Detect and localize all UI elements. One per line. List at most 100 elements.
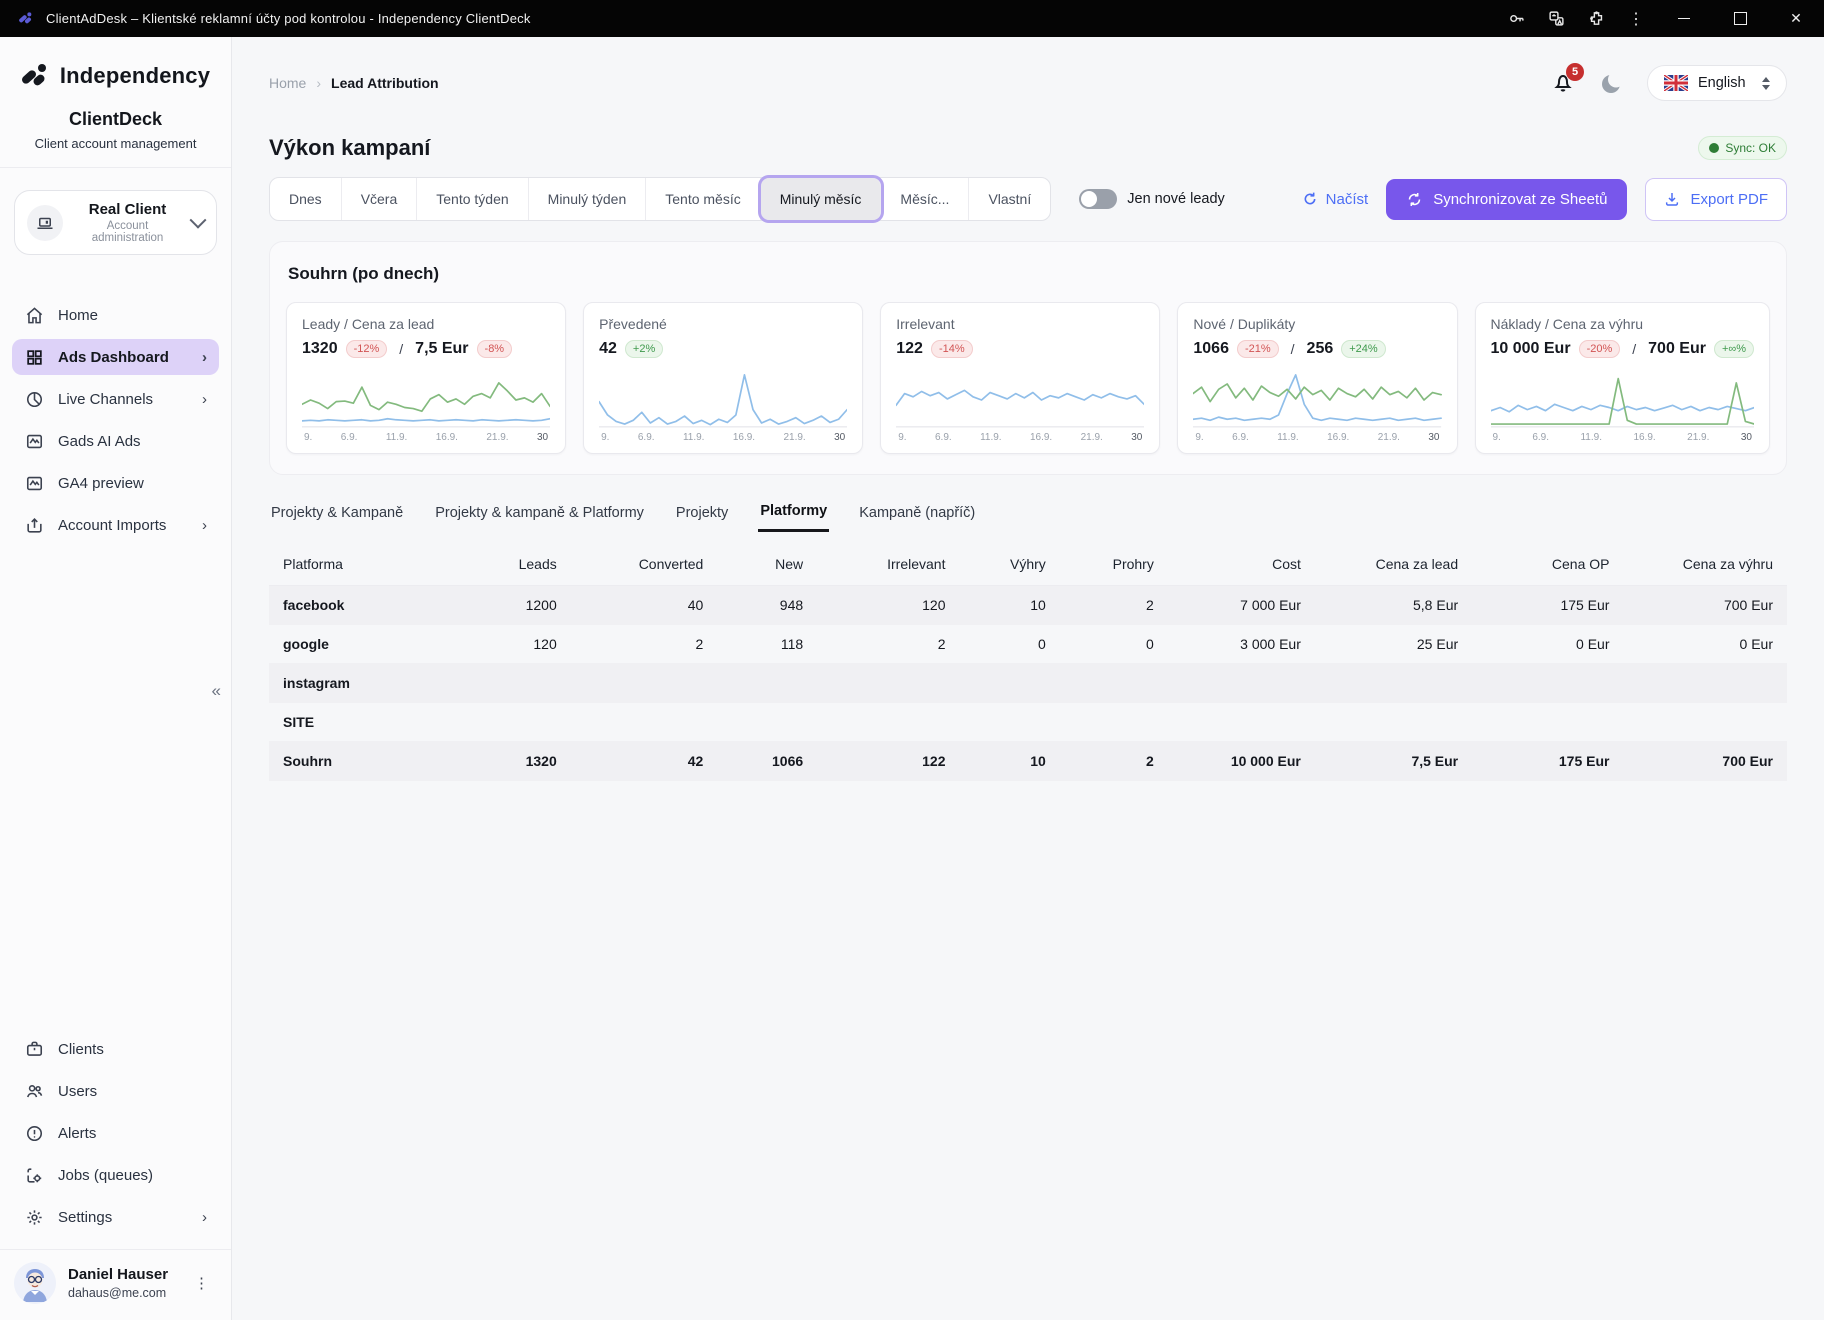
value-cell: 175 Eur [1472,742,1623,781]
date-filter-group: Dnes Včera Tento týden Minulý týden Tent… [269,177,1051,221]
sidebar-item-label: Settings [58,1209,112,1226]
column-header[interactable]: Cena za výhru [1623,543,1787,586]
column-header[interactable]: Platforma [269,543,439,586]
column-header[interactable]: Cost [1168,543,1315,586]
column-header[interactable]: Irrelevant [817,543,959,586]
tab-projekty-kampane-platformy[interactable]: Projekty & kampaně & Platformy [433,503,646,532]
trend-badge: -20% [1579,340,1621,358]
column-header[interactable]: New [717,543,817,586]
value-cell: 42 [571,742,718,781]
column-header[interactable]: Cena OP [1472,543,1623,586]
brand-name: Independency [60,63,210,89]
column-header[interactable]: Leads [439,543,570,586]
sidebar-collapse-button[interactable]: « [206,677,227,705]
value-cell [1060,703,1168,742]
extensions-puzzle-icon[interactable] [1576,0,1616,37]
chevron-right-icon [202,349,207,366]
tab-kampane-napric[interactable]: Kampaně (napříč) [857,503,977,532]
sidebar-item-account-imports[interactable]: Account Imports [12,507,219,543]
tab-projekty-kampane[interactable]: Projekty & Kampaně [269,503,405,532]
app-logo-icon [18,11,34,27]
platforms-table: Platforma Leads Converted New Irrelevant… [269,543,1787,781]
value-cell: 118 [717,625,817,664]
card-title: Náklady / Cena za výhru [1491,316,1755,332]
sidebar-item-gads-ai-ads[interactable]: Gads AI Ads [12,423,219,459]
summary-card-costs: Náklady / Cena za výhru 10 000 Eur -20% … [1475,302,1771,454]
filter-tento-mesic[interactable]: Tento měsíc [646,178,760,220]
platform-cell: facebook [269,586,439,625]
sidebar-item-live-channels[interactable]: Live Channels [12,381,219,417]
export-pdf-button[interactable]: Export PDF [1645,178,1787,221]
value-cell [1060,664,1168,703]
gear-icon [24,1207,44,1227]
sidebar-item-settings[interactable]: Settings [12,1199,219,1235]
column-header[interactable]: Prohry [1060,543,1168,586]
axis-tick-label: 21.9. [1378,432,1400,443]
dark-mode-moon-icon[interactable] [1599,70,1625,96]
sidebar-item-clients[interactable]: Clients [12,1031,219,1067]
value-cell [571,664,718,703]
notifications-button[interactable]: 5 [1551,70,1577,96]
trend-badge: +2% [625,340,663,358]
sidebar-item-users[interactable]: Users [12,1073,219,1109]
translate-icon[interactable] [1536,0,1576,37]
filter-tento-tyden[interactable]: Tento týden [417,178,528,220]
sync-status-label: Sync: OK [1725,141,1776,155]
filter-mesic[interactable]: Měsíc... [881,178,969,220]
window-close-button[interactable] [1768,0,1824,37]
axis-tick-label: 16.9. [1327,432,1349,443]
filter-minuly-tyden[interactable]: Minulý týden [529,178,647,220]
tab-platformy[interactable]: Platformy [758,503,829,532]
filter-dnes[interactable]: Dnes [270,178,342,220]
window-maximize-button[interactable] [1712,0,1768,37]
user-menu-kebab-icon[interactable] [188,1270,217,1297]
column-header[interactable]: Cena za lead [1315,543,1472,586]
filter-minuly-mesic[interactable]: Minulý měsíc [761,178,882,220]
filter-vlastni[interactable]: Vlastní [969,178,1050,220]
language-selector[interactable]: English [1647,65,1787,101]
card-title: Irrelevant [896,316,1144,332]
filter-vcera[interactable]: Včera [342,178,418,220]
window-minimize-button[interactable] [1656,0,1712,37]
sidebar-user: Daniel Hauser dahaus@me.com [0,1249,231,1320]
sidebar-item-jobs-queues[interactable]: Jobs (queues) [12,1157,219,1193]
client-selector[interactable]: Real Client Account administration [14,190,217,255]
table-row[interactable]: facebook1200409481201027 000 Eur5,8 Eur1… [269,586,1787,625]
sync-sheets-button[interactable]: Synchronizovat ze Sheetů [1386,179,1627,220]
table-row[interactable]: Souhrn132042106612210210 000 Eur7,5 Eur1… [269,742,1787,781]
tab-projekty[interactable]: Projekty [674,503,730,532]
value-cell [1472,664,1623,703]
column-header[interactable]: Výhry [959,543,1059,586]
sparkline-chart [302,366,550,428]
value-cell: 0 [1060,625,1168,664]
axis-tick-label: 9. [304,432,312,443]
value-cell: 700 Eur [1623,742,1787,781]
value-cell [1315,703,1472,742]
value-cell: 120 [817,586,959,625]
sparkline-chart [896,366,1144,428]
sidebar-item-alerts[interactable]: Alerts [12,1115,219,1151]
window-title: ClientAdDesk – Klientské reklamní účty p… [46,11,531,26]
sync-sheets-label: Synchronizovat ze Sheetů [1433,191,1607,208]
sidebar-item-ads-dashboard[interactable]: Ads Dashboard [12,339,219,375]
value-cell [1623,703,1787,742]
browser-menu-icon[interactable] [1616,0,1656,37]
reload-button[interactable]: Načíst [1302,191,1369,208]
column-header[interactable]: Converted [571,543,718,586]
sidebar-bottom-nav: Clients Users Alerts Jobs (queues) Setti… [0,1031,231,1249]
client-subtitle: Account administration [73,220,182,244]
axis-tick-label: 6.9. [1232,432,1249,443]
value-cell: 0 Eur [1472,625,1623,664]
axis-tick-label: 11.9. [683,432,705,443]
table-row[interactable]: google12021182003 000 Eur25 Eur0 Eur0 Eu… [269,625,1787,664]
table-row[interactable]: instagram [269,664,1787,703]
only-new-leads-toggle[interactable]: Jen nové leady [1079,189,1225,209]
breadcrumb-home[interactable]: Home [269,75,306,91]
password-key-icon[interactable] [1496,0,1536,37]
chevron-down-icon [190,211,207,228]
table-row[interactable]: SITE [269,703,1787,742]
card-value: 42 [599,340,617,358]
sidebar-item-home[interactable]: Home [12,297,219,333]
sidebar-item-ga4-preview[interactable]: GA4 preview [12,465,219,501]
breadcrumb-current: Lead Attribution [331,75,439,91]
